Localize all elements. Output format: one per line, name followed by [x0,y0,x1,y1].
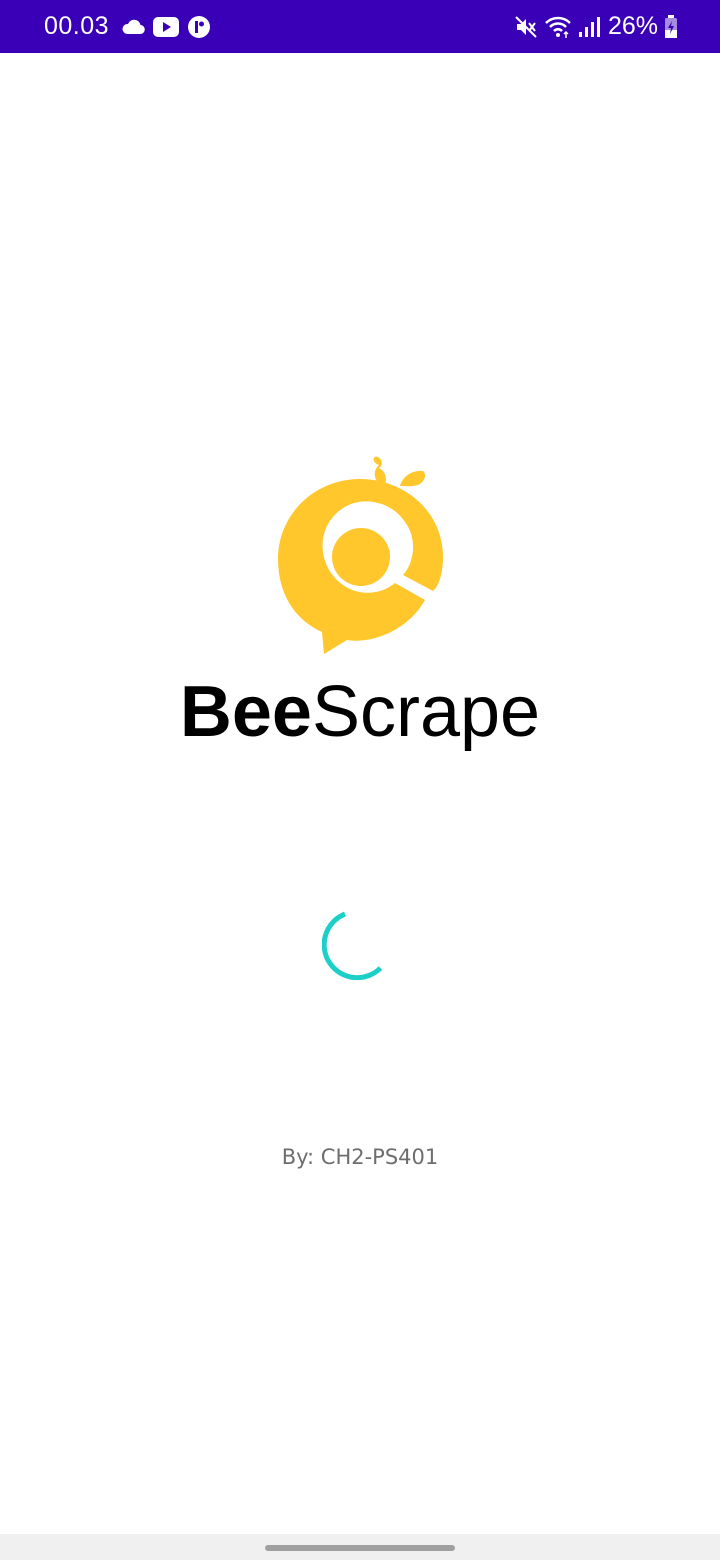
status-time: 00.03 [44,12,110,40]
wifi-icon [544,15,572,39]
youtube-icon [153,16,180,37]
status-bar: 00.03 26% [0,0,720,53]
signal-icon [578,16,600,38]
credit-text: By: CH2-PS401 [281,1145,439,1169]
loading-spinner [321,908,394,981]
status-left: 00.03 [44,0,211,53]
app-notification-icon [187,15,211,39]
status-right: 26% [514,0,678,53]
app-name-regular: Scrape [311,672,541,752]
battery-charging-icon [664,14,678,39]
app-name: BeeScrape [0,670,720,754]
cloud-icon [121,19,145,35]
battery-percentage: 26% [607,12,658,40]
mute-icon [514,15,538,39]
home-gesture-handle[interactable] [265,1545,455,1551]
navigation-bar [0,1534,720,1560]
app-name-bold: Bee [179,672,312,752]
beescrape-logo [275,452,445,657]
